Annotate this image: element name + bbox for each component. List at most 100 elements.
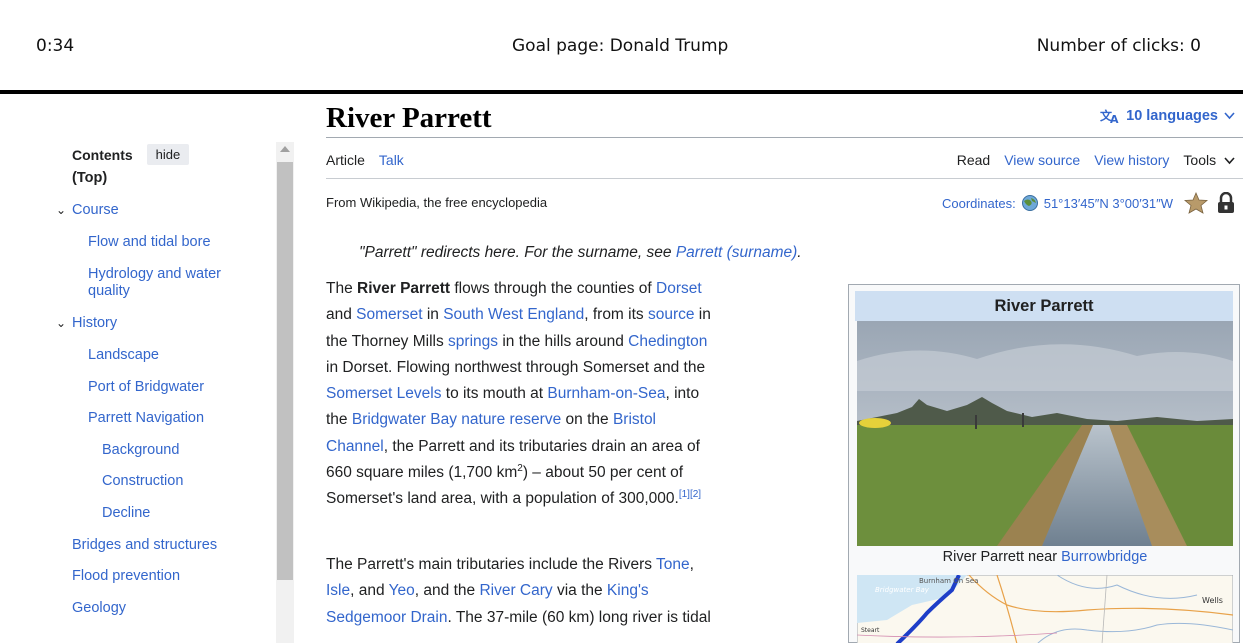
link-dorset[interactable]: Dorset (656, 280, 702, 297)
namespace-tabs: Article Talk (326, 152, 404, 168)
link-burnham-on-sea[interactable]: Burnham-on-Sea (547, 385, 665, 402)
chevron-down-icon[interactable]: ⌄ (56, 202, 68, 219)
link-bristol-channel-cont[interactable]: Channel (326, 438, 384, 455)
toc-item-history[interactable]: ⌄ History (56, 315, 117, 332)
text: flows through the counties of (450, 280, 656, 297)
text: , and the (414, 582, 480, 600)
toc-item-background[interactable]: Background (102, 442, 179, 459)
toc-scrollbar-thumb[interactable] (277, 162, 293, 580)
toc-item-bridges-and-structures[interactable]: Bridges and structures (72, 537, 217, 554)
infobox: River Parrett River Parrett near Burrowb… (848, 284, 1240, 643)
link-bristol-channel[interactable]: Bristol (613, 411, 656, 428)
text: on the (561, 411, 613, 429)
tab-view-source[interactable]: View source (1004, 152, 1080, 168)
hatnote-link-parrett-surname[interactable]: Parrett (surname) (676, 244, 797, 261)
map-label-other: Steart (861, 627, 880, 634)
tab-talk[interactable]: Talk (379, 152, 404, 168)
click-counter: Number of clicks: 0 (1036, 36, 1201, 56)
link-springs[interactable]: springs (448, 333, 498, 350)
text: Somerset's land area, with a population … (326, 490, 679, 508)
link-river-cary[interactable]: River Cary (479, 582, 552, 599)
toc-header: Contents hide (72, 144, 190, 165)
text: 660 square miles (1,700 km (326, 464, 518, 482)
translate-icon: 文 A (1100, 108, 1119, 124)
toc-item-hydrology-cont[interactable]: quality (88, 283, 130, 300)
toc-title: Contents (72, 146, 133, 163)
river-photo[interactable] (857, 321, 1233, 546)
infobox-title: River Parrett (855, 291, 1233, 321)
link-isle[interactable]: Isle (326, 582, 350, 599)
coordinates-value[interactable]: 51°13′45″N 3°00′31″W (1044, 196, 1173, 211)
toc-item-parrett-navigation[interactable]: Parrett Navigation (88, 410, 204, 427)
text: The (326, 280, 358, 297)
text: , (689, 556, 694, 573)
goal-page-label: Goal page: Donald Trump (512, 36, 729, 56)
hatnote-text: "Parrett" redirects here. For the surnam… (359, 244, 676, 261)
link-somerset-levels[interactable]: Somerset Levels (326, 385, 441, 402)
timer: 0:34 (36, 36, 75, 56)
chevron-down-icon[interactable]: ⌄ (56, 315, 68, 332)
tools-menu[interactable]: Tools (1183, 152, 1235, 168)
reference-link[interactable]: [2] (690, 489, 701, 500)
languages-button[interactable]: 文 A 10 languages (1100, 108, 1235, 124)
text: in Dorset. Flowing northwest through Som… (326, 358, 706, 376)
link-source[interactable]: source (648, 306, 695, 323)
text: ) – about 50 per cent of (522, 464, 684, 482)
text: The Parrett's main tributaries include t… (326, 556, 657, 573)
globe-icon[interactable] (1021, 194, 1039, 212)
hatnote-text-end: . (797, 244, 802, 261)
text: via the (552, 582, 607, 600)
link-burrowbridge[interactable]: Burrowbridge (1061, 549, 1147, 565)
toc-item-flood-prevention[interactable]: Flood prevention (72, 568, 180, 585)
text: the Thorney Mills (326, 332, 449, 350)
chevron-down-icon (1224, 112, 1235, 120)
text: , the Parrett and its tributaries drain … (383, 437, 700, 455)
tab-article[interactable]: Article (326, 152, 365, 168)
toc-item-decline[interactable]: Decline (102, 505, 150, 522)
toc-item-hydrology[interactable]: Hydrology and water (88, 266, 221, 283)
toc-item-construction[interactable]: Construction (102, 473, 183, 490)
reference-link[interactable]: [1] (679, 489, 690, 500)
infobox-caption: River Parrett near Burrowbridge (849, 549, 1241, 565)
caption-text: River Parrett near (942, 549, 1062, 565)
languages-label: 10 languages (1126, 108, 1218, 124)
text: . The 37-mile (60 km) long river is tida… (447, 608, 711, 626)
river-map[interactable]: Burnham On Sea Bridgwater Bay Wells Stea… (857, 575, 1233, 643)
link-kings-sedgemoor-drain-cont[interactable]: Sedgemoor Drain (326, 609, 447, 626)
game-header: 0:34 Goal page: Donald Trump Number of c… (0, 0, 1243, 90)
toc-item-top[interactable]: (Top) (72, 170, 107, 187)
map-label-burnham: Burnham On Sea (919, 577, 978, 585)
site-subtitle: From Wikipedia, the free encyclopedia (326, 195, 548, 210)
text: , into (665, 385, 700, 403)
toc-item-landscape[interactable]: Landscape (88, 347, 159, 364)
link-chedington[interactable]: Chedington (628, 333, 707, 350)
toc-item-course[interactable]: ⌄ Course (56, 202, 119, 219)
link-south-west-england[interactable]: South West England (443, 306, 584, 323)
coordinates: Coordinates: 51°13′45″N 3°00′31″W (942, 192, 1235, 214)
page-title: River Parrett (326, 102, 492, 134)
link-bridgwater-bay[interactable]: Bridgwater Bay nature reserve (352, 411, 561, 428)
featured-star-icon[interactable] (1184, 192, 1208, 214)
link-somerset[interactable]: Somerset (356, 306, 422, 323)
tab-view-history[interactable]: View history (1094, 152, 1169, 168)
toc-item-label: Course (72, 202, 119, 218)
scroll-up-arrow-icon[interactable] (280, 146, 290, 152)
svg-text:A: A (1110, 113, 1119, 124)
toc-hide-button[interactable]: hide (146, 144, 190, 165)
map-label-bridgwater-bay: Bridgwater Bay (875, 586, 930, 594)
hatnote: "Parrett" redirects here. For the surnam… (359, 244, 802, 262)
link-yeo[interactable]: Yeo (389, 582, 415, 599)
lock-icon[interactable] (1217, 192, 1235, 214)
link-kings-sedgemoor-drain[interactable]: King's (607, 582, 649, 599)
tabs-divider (326, 178, 1243, 179)
text: to its mouth at (441, 385, 548, 403)
link-tone[interactable]: Tone (656, 556, 690, 573)
tools-label: Tools (1183, 152, 1217, 168)
toc-item-flow-and-tidal-bore[interactable]: Flow and tidal bore (88, 234, 211, 251)
toc-item-label: History (72, 315, 118, 331)
toc-item-port-of-bridgwater[interactable]: Port of Bridgwater (88, 379, 204, 396)
tab-read[interactable]: Read (957, 152, 990, 168)
map-label-wells: Wells (1202, 596, 1223, 605)
toc-item-geology[interactable]: Geology (72, 600, 126, 617)
text: in (422, 306, 444, 324)
